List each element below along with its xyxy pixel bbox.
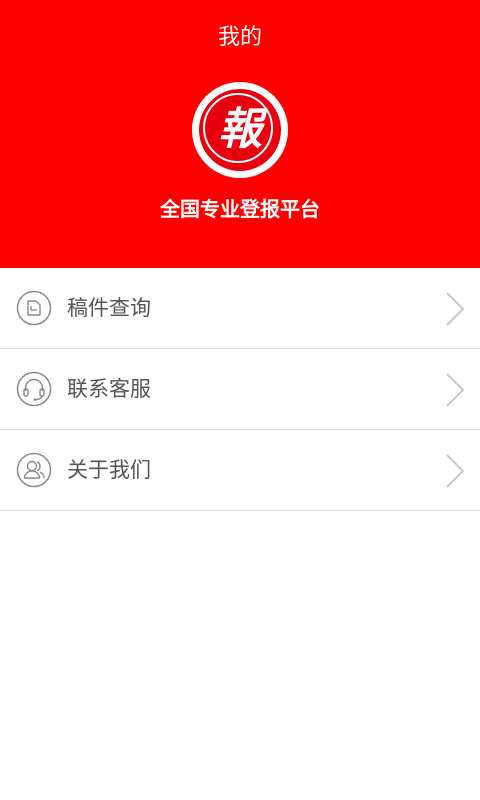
logo-badge: 報 [199,89,281,171]
logo-character: 報 [218,104,262,155]
chevron-right-icon [446,373,465,407]
page-title: 我的 [217,25,262,50]
menu-item-customer-service[interactable]: 联系客服 [0,349,480,430]
chevron-right-icon [446,454,465,488]
menu-list: 稿件查询 联系客服 关于我们 [0,268,480,511]
menu-item-label: 联系客服 [67,377,151,401]
headset-icon [16,371,52,407]
profile-header: 我的 報 全国专业登报平台 [0,0,480,268]
platform-slogan: 全国专业登报平台 [160,197,320,221]
menu-item-about-us[interactable]: 关于我们 [0,430,480,511]
menu-item-manuscript-query[interactable]: 稿件查询 [0,268,480,349]
chevron-right-icon [446,292,465,326]
newspaper-logo: 報 [192,82,288,178]
menu-item-label: 稿件查询 [67,296,151,320]
document-icon [16,290,52,326]
menu-item-label: 关于我们 [67,458,151,482]
users-icon [16,452,52,488]
